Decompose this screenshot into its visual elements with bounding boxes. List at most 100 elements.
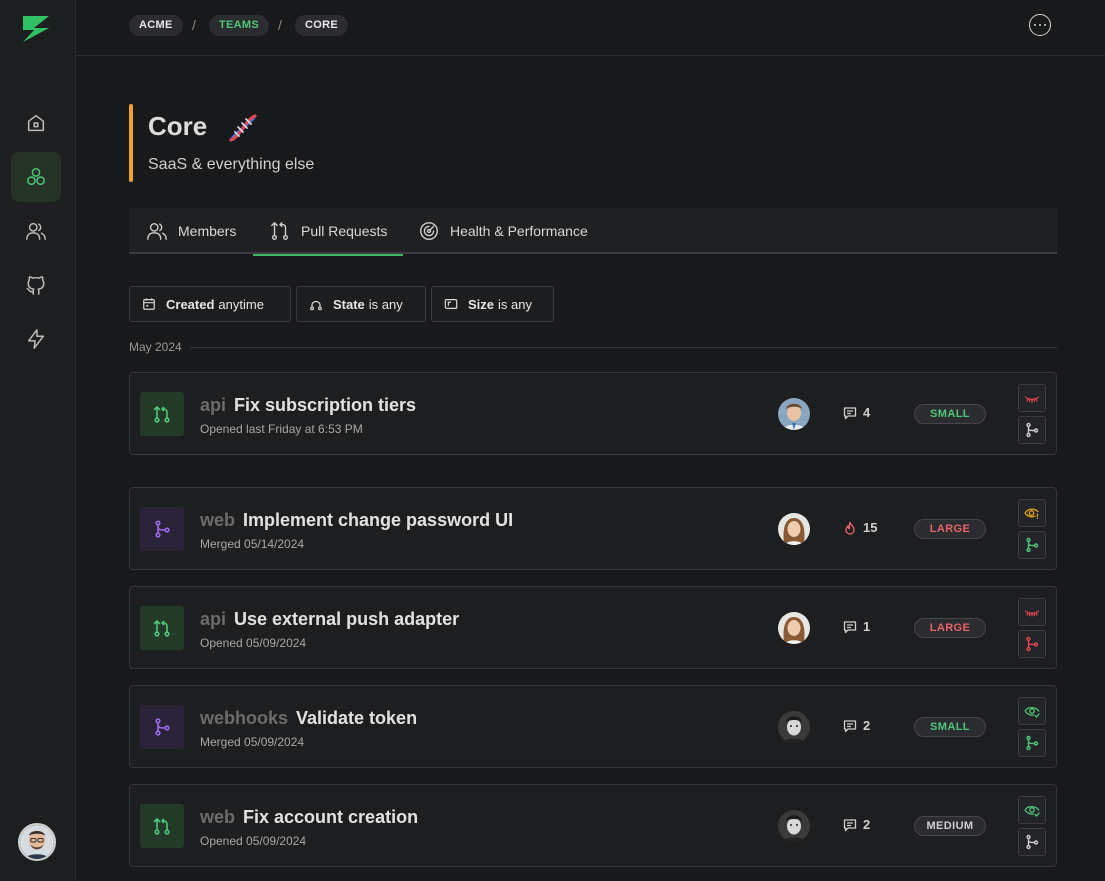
sidebar-item-teams[interactable] xyxy=(11,152,61,202)
pr-title[interactable]: api Fix subscription tiers xyxy=(200,395,416,416)
pr-subtitle: Opened 05/09/2024 xyxy=(200,636,307,650)
flame-icon xyxy=(843,521,863,535)
pr-subtitle: Merged 05/14/2024 xyxy=(200,537,305,551)
pull-request-merged-icon xyxy=(152,519,172,539)
breadcrumb-teams[interactable]: TEAMS xyxy=(209,15,269,36)
bolt-logo-icon[interactable] xyxy=(20,13,52,45)
review-status-button[interactable] xyxy=(1018,384,1046,412)
sidebar-item-insights[interactable] xyxy=(11,314,61,364)
more-dot xyxy=(1033,23,1037,27)
github-icon xyxy=(26,276,45,295)
teams-icon xyxy=(27,168,45,186)
breadcrumb-separator: / xyxy=(278,17,282,33)
pr-stat: 2 xyxy=(843,817,870,832)
user-avatar[interactable] xyxy=(18,823,56,861)
size-badge: SMALL xyxy=(914,404,986,424)
pr-title[interactable]: web Fix account creation xyxy=(200,807,418,828)
author-avatar[interactable] xyxy=(778,398,810,430)
sidebar-item-users[interactable] xyxy=(11,206,61,256)
pull-request-card[interactable]: api Fix subscription tiers Opened last Fri… xyxy=(129,372,1057,455)
review-status-button[interactable] xyxy=(1018,796,1046,824)
pr-name: Fix subscription tiers xyxy=(234,395,417,415)
size-badge: LARGE xyxy=(914,618,986,638)
tab-pull-requests[interactable]: Pull Requests xyxy=(253,208,404,256)
breadcrumb-core[interactable]: CORE xyxy=(295,15,348,36)
users-icon xyxy=(26,222,46,240)
review-status-button[interactable] xyxy=(1018,598,1046,626)
eye-check-icon xyxy=(1024,802,1040,818)
pr-repo: web xyxy=(200,510,236,530)
git-branch-icon xyxy=(1024,735,1040,751)
pr-name: Use external push adapter xyxy=(234,609,460,629)
author-avatar[interactable] xyxy=(778,711,810,743)
size-badge: MEDIUM xyxy=(914,816,986,836)
more-options-button[interactable] xyxy=(1029,14,1051,36)
pr-name: Validate token xyxy=(296,708,418,728)
pr-subtitle: Opened 05/09/2024 xyxy=(200,834,307,848)
tab-health-performance[interactable]: Health & Performance xyxy=(418,208,588,254)
comment-icon xyxy=(843,818,863,832)
pull-request-card[interactable]: webhooks Validate token Merged 05/09/2024 2… xyxy=(129,685,1057,768)
size-badge: LARGE xyxy=(914,519,986,539)
pr-subtitle: Opened last Friday at 6:53 PM xyxy=(200,422,363,436)
branch-status-button[interactable] xyxy=(1018,416,1046,444)
filter-key: State xyxy=(333,296,365,312)
branch-status-button[interactable] xyxy=(1018,828,1046,856)
breadcrumb-acme[interactable]: ACME xyxy=(129,15,183,36)
author-avatar[interactable] xyxy=(778,612,810,644)
month-divider-label: May 2024 xyxy=(129,340,182,354)
tab-label: Pull Requests xyxy=(301,223,388,239)
pr-repo: api xyxy=(200,395,227,415)
pr-name: Fix account creation xyxy=(243,807,419,827)
sidebar xyxy=(0,0,76,881)
calendar-icon xyxy=(143,298,155,310)
tab-bar: Members Pull Requests Health & Performan… xyxy=(129,208,1057,256)
pull-request-icon xyxy=(271,222,289,240)
branch-status-button[interactable] xyxy=(1018,531,1046,559)
filter-value: anytime xyxy=(218,296,264,312)
branch-status-button[interactable] xyxy=(1018,630,1046,658)
pr-title[interactable]: web Implement change password UI xyxy=(200,510,513,531)
comment-icon xyxy=(843,620,863,634)
tab-members[interactable]: Members xyxy=(146,208,236,254)
filter-size[interactable]: Size is any xyxy=(431,286,554,322)
breadcrumb-separator: / xyxy=(192,17,196,33)
eye-check-icon xyxy=(1024,703,1040,719)
pr-subtitle: Merged 05/09/2024 xyxy=(200,735,305,749)
dna-emoji xyxy=(229,114,257,142)
pr-repo: api xyxy=(200,609,227,629)
pull-request-card[interactable]: api Use external push adapter Opened 05/09… xyxy=(129,586,1057,669)
pr-title[interactable]: api Use external push adapter xyxy=(200,609,459,630)
sidebar-item-home[interactable] xyxy=(11,98,61,148)
filter-state[interactable]: State is any xyxy=(296,286,426,322)
pull-request-card[interactable]: web Implement change password UI Merged 05… xyxy=(129,487,1057,570)
size-icon xyxy=(444,299,458,309)
more-dot xyxy=(1043,23,1047,27)
git-branch-icon xyxy=(1024,537,1040,553)
pr-stat: 4 xyxy=(843,405,870,420)
git-branch-icon xyxy=(1024,422,1040,438)
review-status-button[interactable] xyxy=(1018,697,1046,725)
author-avatar[interactable] xyxy=(778,810,810,842)
pr-stat: 1 xyxy=(843,619,870,634)
tab-label: Members xyxy=(178,223,237,239)
top-bar: ACME / TEAMS / CORE xyxy=(76,0,1105,56)
pr-repo: web xyxy=(200,807,236,827)
pr-title[interactable]: webhooks Validate token xyxy=(200,708,417,729)
pr-status-icon-box xyxy=(140,606,184,650)
filter-value: is any xyxy=(368,296,403,312)
month-divider-line xyxy=(190,347,1057,348)
pr-stat: 15 xyxy=(843,520,877,535)
page-subtitle: SaaS & everything else xyxy=(148,156,315,173)
pull-request-card[interactable]: web Fix account creation Opened 05/09/2024… xyxy=(129,784,1057,867)
comment-icon xyxy=(843,406,863,420)
branch-status-button[interactable] xyxy=(1018,729,1046,757)
sidebar-item-github[interactable] xyxy=(11,260,61,310)
review-status-button[interactable] xyxy=(1018,499,1046,527)
pr-stat: 2 xyxy=(843,718,870,733)
filter-created[interactable]: Created anytime xyxy=(129,286,291,322)
filter-key: Size xyxy=(468,296,495,312)
pr-status-icon-box xyxy=(140,705,184,749)
pr-stat-value: 1 xyxy=(863,619,871,634)
author-avatar[interactable] xyxy=(778,513,810,545)
